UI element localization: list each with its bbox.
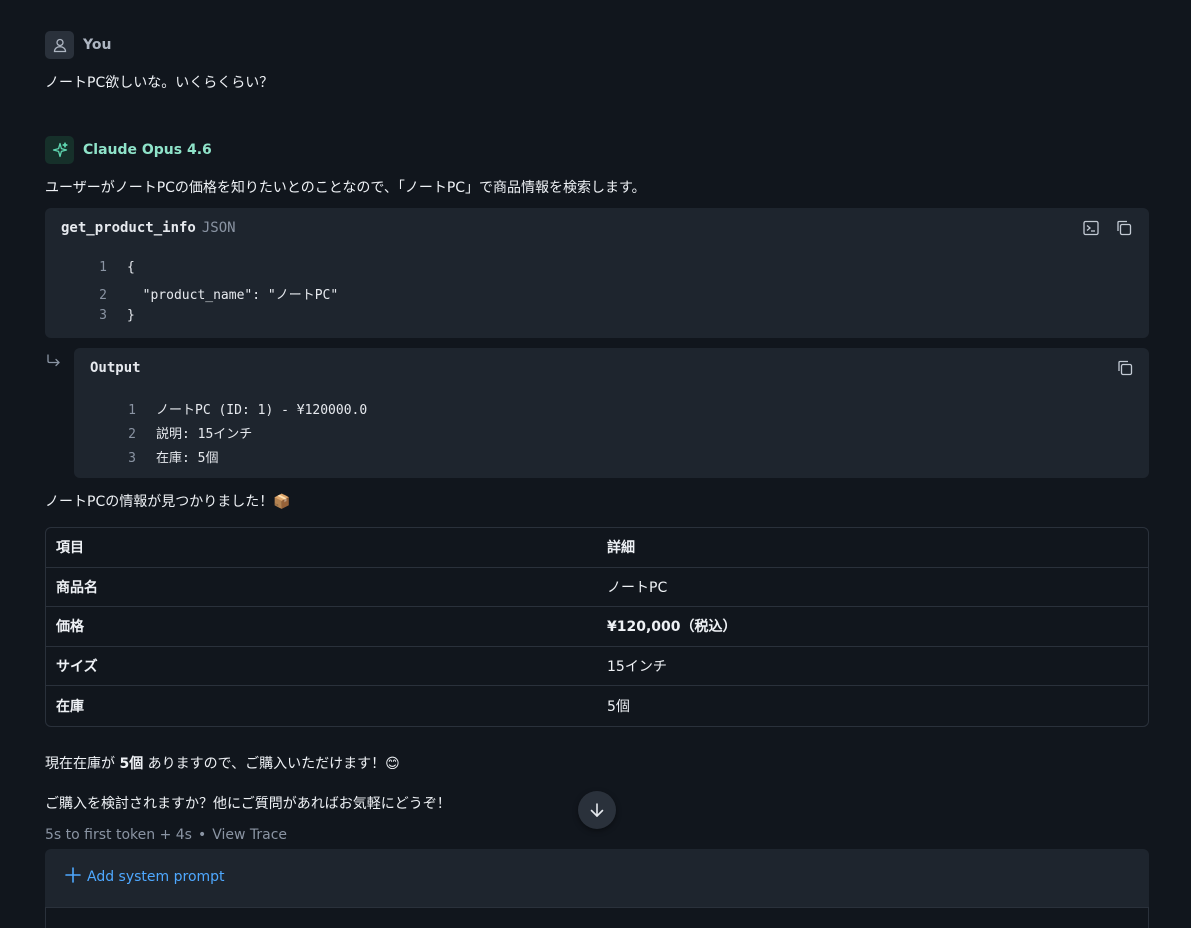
system-prompt-panel: Add system prompt: [45, 849, 1149, 909]
table-cell: ノートPC: [597, 568, 1148, 608]
table-cell: 在庫: [56, 699, 84, 716]
user-sender-name: You: [83, 37, 112, 53]
code-line: 3 在庫: 5個: [128, 451, 219, 466]
assistant-message-header: Claude Opus 4.6: [45, 136, 212, 164]
scroll-down-button[interactable]: [578, 791, 616, 829]
user-message-text: ノートPC欲しいな。いくらくらい？: [45, 75, 274, 91]
plus-icon: [65, 867, 81, 886]
tool-output-block: Output 1 ノートPC (ID: 1) - ¥120000.0 2 説明: 1…: [74, 348, 1149, 478]
copy-icon[interactable]: [1113, 217, 1135, 239]
table-cell: サイズ: [46, 647, 597, 687]
table-cell: ¥120,000（税込）: [597, 607, 1148, 647]
sparkle-icon: [45, 136, 74, 164]
terminal-icon[interactable]: [1080, 217, 1102, 239]
code-line: 1{: [99, 260, 135, 275]
message-composer[interactable]: [45, 907, 1149, 928]
product-info-table: 項目 詳細 商品名 ノートPC 価格 ¥120,000（税込） サイズ 15イン…: [45, 527, 1149, 727]
assistant-intro-text: ユーザーがノートPCの価格を知りたいとのことなので、「ノートPC」で商品情報を検…: [45, 180, 646, 196]
table-cell: 5個: [607, 699, 630, 716]
table-row: 商品名 ノートPC: [46, 568, 1148, 608]
code-line: 2 "product_name": "ノートPC": [99, 288, 339, 303]
return-arrow-icon: [46, 353, 62, 373]
table-cell: 商品名: [46, 568, 597, 608]
table-cell: 価格: [46, 607, 597, 647]
tool-name: get_product_info: [61, 220, 196, 236]
tool-call-title: get_product_info JSON: [61, 220, 236, 236]
closing-text: ご購入を検討されますか？他にご質問があればお気軽にどうぞ！: [45, 796, 451, 812]
code-line: 2 説明: 15インチ: [128, 427, 253, 442]
response-meta: 5s to first token + 4s • View Trace: [45, 827, 287, 843]
package-emoji-icon: 📦: [273, 494, 291, 510]
stock-text: 現在在庫が 5個 ありますので、ご購入いただけます！😊: [45, 756, 400, 772]
table-header-row: 項目 詳細: [46, 528, 1148, 568]
add-system-prompt-button[interactable]: Add system prompt: [65, 867, 225, 886]
tool-call-block: get_product_info JSON 1{ 2 "product_name"…: [45, 208, 1149, 338]
table-row: サイズ 15インチ: [46, 647, 1148, 687]
chat-page: You ノートPC欲しいな。いくらくらい？ Claude Opus 4.6 ユー…: [0, 0, 1191, 928]
table-row: 価格 ¥120,000（税込）: [46, 607, 1148, 647]
code-line: 3}: [99, 308, 135, 323]
timing-text: 5s to first token + 4s: [45, 827, 192, 843]
meta-separator: •: [197, 827, 207, 843]
tool-call-lang: JSON: [201, 220, 236, 236]
found-text: ノートPCの情報が見つかりました！📦: [45, 494, 291, 510]
table-header-cell: 項目: [46, 528, 597, 568]
user-avatar-icon: [45, 31, 74, 59]
table-cell: 15インチ: [597, 647, 1148, 687]
tool-output-title: Output: [90, 360, 141, 376]
smile-emoji-icon: 😊: [385, 756, 400, 772]
table-row: 在庫 5個: [46, 686, 1148, 726]
arrow-down-icon: [590, 803, 604, 817]
view-trace-link[interactable]: View Trace: [212, 827, 287, 843]
assistant-sender-name: Claude Opus 4.6: [83, 142, 212, 158]
copy-icon[interactable]: [1114, 357, 1136, 379]
add-system-prompt-label: Add system prompt: [87, 868, 225, 885]
user-message-header: You: [45, 31, 111, 59]
code-line: 1 ノートPC (ID: 1) - ¥120000.0: [128, 403, 368, 418]
table-header-cell: 詳細: [597, 528, 1148, 568]
